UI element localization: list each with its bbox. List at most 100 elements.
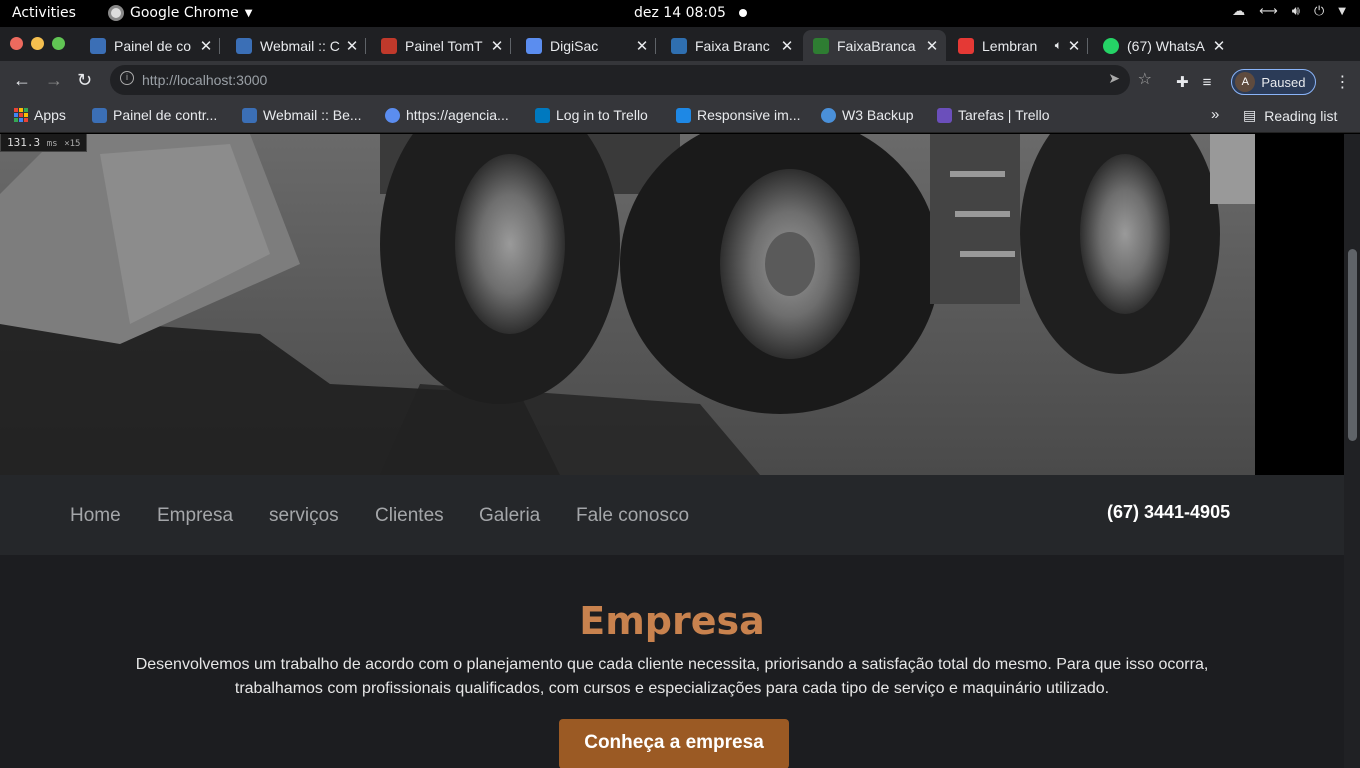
bookmark-favicon-icon	[385, 107, 400, 123]
bookmark-item[interactable]: Responsive im...	[676, 107, 800, 123]
section-description: Desenvolvemos um trabalho de acordo com …	[135, 656, 1209, 697]
tab-title: Lembran	[982, 37, 1038, 54]
chrome-icon	[108, 5, 124, 21]
system-tray[interactable]: ☁ ⟷ 🔊︎ ⏻ ▼	[1232, 4, 1346, 19]
site-info-icon[interactable]: i	[120, 71, 134, 85]
bookmark-label: Tarefas | Trello	[958, 107, 1050, 123]
tab-title: Painel TomT	[405, 37, 483, 54]
bookmark-item[interactable]: Tarefas | Trello	[937, 107, 1050, 123]
section-title: Empresa	[579, 599, 765, 643]
scrollbar-thumb[interactable]	[1348, 249, 1357, 441]
nav-fale-conosco[interactable]: Fale conosco	[576, 505, 689, 527]
nav-galeria[interactable]: Galeria	[479, 505, 540, 527]
trello-icon	[535, 107, 550, 123]
close-tab-icon[interactable]: ✕	[634, 37, 650, 55]
profile-button[interactable]: A Paused	[1231, 69, 1317, 95]
conheca-empresa-button[interactable]: Conheça a empresa	[559, 719, 789, 768]
tab-separator	[365, 38, 366, 54]
bookmark-item[interactable]: https://agencia...	[385, 107, 509, 123]
tab-favicon-icon	[526, 37, 542, 54]
forward-button[interactable]: →	[45, 70, 63, 91]
tab-favicon-icon	[671, 37, 687, 54]
apps-grid-icon	[14, 108, 28, 122]
close-window-button[interactable]	[10, 37, 23, 50]
tab[interactable]: Lembran 🔈︎ ✕	[948, 30, 1088, 61]
site-navbar: Home Empresa serviços Clientes Galeria F…	[0, 475, 1344, 555]
bookmark-label: Painel de contr...	[113, 107, 218, 123]
close-tab-icon[interactable]: ✕	[1211, 37, 1227, 55]
tab-title: Faixa Branc	[695, 37, 770, 54]
network-icon: ⟷	[1259, 4, 1278, 19]
phone-number[interactable]: (67) 3441-4905	[1107, 502, 1230, 523]
tab-separator	[655, 38, 656, 54]
close-tab-icon[interactable]: ✕	[779, 37, 795, 55]
tab-separator	[510, 38, 511, 54]
hero-image: 131.3 ms ×15	[0, 134, 1255, 475]
extensions-icon[interactable]: ✚	[1176, 73, 1189, 91]
nav-empresa[interactable]: Empresa	[157, 505, 233, 527]
bookmark-item[interactable]: Log in to Trello	[535, 107, 648, 123]
address-bar[interactable]: i http://localhost:3000 ➤ ☆	[110, 65, 1152, 95]
tab[interactable]: Webmail :: C ✕	[226, 30, 366, 61]
tab[interactable]: Faixa Branc ✕	[661, 30, 801, 61]
tab-strip: Painel de co ✕ Webmail :: C ✕ Painel Tom…	[0, 27, 1360, 81]
page-scrollbar[interactable]	[1344, 134, 1360, 768]
window-controls	[10, 37, 65, 50]
hero-side-gap	[1255, 134, 1344, 475]
tab[interactable]: (67) WhatsA ✕	[1093, 30, 1233, 61]
clock[interactable]: dez 14 08:05	[634, 5, 726, 21]
tab-title: (67) WhatsA	[1127, 37, 1205, 54]
tab-title: DigiSac	[550, 37, 599, 54]
bookmark-star-icon[interactable]: ☆	[1138, 69, 1152, 89]
url-text[interactable]: http://localhost:3000	[142, 72, 267, 88]
bookmark-label: Apps	[34, 107, 66, 123]
cloud-icon: ☁	[1232, 4, 1246, 19]
media-control-icon[interactable]: ≡	[1203, 74, 1212, 91]
system-top-bar: Activities Google Chrome ▼ dez 14 08:05 …	[0, 0, 1360, 27]
more-bookmarks-icon[interactable]: »	[1211, 106, 1219, 123]
back-button[interactable]: ←	[13, 70, 31, 91]
send-to-device-icon[interactable]: ➤	[1108, 70, 1120, 87]
bookmark-favicon-icon	[242, 107, 257, 123]
nav-servicos[interactable]: serviços	[269, 505, 339, 527]
bookmark-label: Log in to Trello	[556, 107, 648, 123]
nav-home[interactable]: Home	[70, 505, 121, 527]
tab-separator	[219, 38, 220, 54]
tab[interactable]: DigiSac ✕	[516, 30, 656, 61]
close-tab-icon[interactable]: ✕	[344, 37, 360, 55]
fps-multiplier: ×15	[64, 139, 81, 149]
close-tab-icon[interactable]: ✕	[1066, 37, 1082, 55]
tab[interactable]: Painel TomT ✕	[371, 30, 511, 61]
bookmark-apps[interactable]: Apps	[14, 107, 66, 123]
close-tab-icon[interactable]: ✕	[924, 37, 940, 55]
maximize-window-button[interactable]	[52, 37, 65, 50]
bookmark-label: W3 Backup	[842, 107, 914, 123]
performance-overlay: 131.3 ms ×15	[0, 134, 88, 152]
app-menu[interactable]: Google Chrome ▼	[108, 5, 252, 21]
page-viewport: 131.3 ms ×15 Home Empresa serviços Clien…	[0, 134, 1344, 768]
bookmark-item[interactable]: Painel de contr...	[92, 107, 217, 123]
empresa-section: Empresa Desenvolvemos um trabalho de aco…	[0, 555, 1344, 768]
tab-favicon-icon	[1103, 37, 1119, 54]
nav-clientes[interactable]: Clientes	[375, 505, 444, 527]
caret-down-icon: ▼	[244, 7, 253, 19]
bookmark-item[interactable]: W3 Backup	[821, 107, 914, 123]
reload-button[interactable]: ↻	[77, 70, 92, 91]
loader-truck-photo	[0, 134, 1255, 475]
bookmark-label: Responsive im...	[697, 107, 801, 123]
tab[interactable]: Painel de co ✕	[80, 30, 220, 61]
audio-playing-icon[interactable]: 🔈︎	[1055, 38, 1062, 53]
reading-list-button[interactable]: ▤ Reading list	[1243, 107, 1337, 124]
bookmark-item[interactable]: Webmail :: Be...	[242, 107, 362, 123]
activities-button[interactable]: Activities	[12, 5, 76, 21]
chrome-menu-icon[interactable]: ⋮	[1334, 72, 1350, 92]
tab-title: FaixaBranca	[837, 37, 916, 54]
close-tab-icon[interactable]: ✕	[489, 37, 505, 55]
bookmark-favicon-icon	[92, 107, 107, 123]
close-tab-icon[interactable]: ✕	[198, 37, 214, 55]
tab-active[interactable]: FaixaBranca ✕	[803, 30, 946, 61]
minimize-window-button[interactable]	[31, 37, 44, 50]
tab-favicon-icon	[90, 37, 106, 54]
reading-list-label: Reading list	[1264, 107, 1338, 124]
bookmark-label: https://agencia...	[406, 107, 509, 123]
